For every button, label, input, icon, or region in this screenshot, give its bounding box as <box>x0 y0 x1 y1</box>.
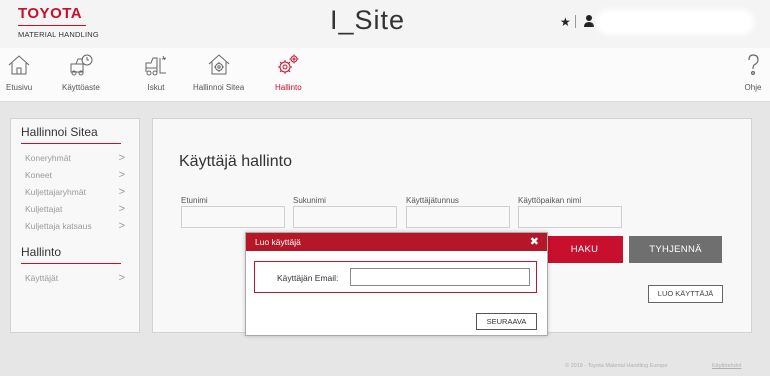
close-icon[interactable]: ✖ <box>530 235 539 248</box>
sidebar-item-kuljettajaryhmat[interactable]: Kuljettajaryhmät > <box>11 184 139 201</box>
brand-subtitle: MATERIAL HANDLING <box>18 30 99 39</box>
nav-item-ohje[interactable]: Ohje <box>740 52 766 92</box>
last-name-input[interactable] <box>293 206 397 228</box>
chevron-right-icon: > <box>118 169 125 181</box>
clear-button[interactable]: TYHJENNÄ <box>629 236 722 263</box>
first-name-input[interactable] <box>181 206 285 228</box>
dialog-header: Luo käyttäjä ✖ <box>246 233 547 251</box>
user-icon[interactable] <box>583 14 595 28</box>
sidebar-item-koneryhmat[interactable]: Koneryhmät > <box>11 150 139 167</box>
email-field[interactable] <box>350 268 530 286</box>
chevron-right-icon: > <box>118 220 125 232</box>
username-input[interactable] <box>406 206 510 228</box>
forklift-clock-icon <box>70 54 93 76</box>
sidebar-item-label: Koneryhmät <box>25 153 71 163</box>
sidebar-item-kayttajat[interactable]: Käyttäjät > <box>11 270 139 287</box>
site-gear-icon <box>208 54 229 75</box>
sidebar-item-label: Kuljettaja katsaus <box>25 221 92 231</box>
nav-label-hallinnoi-sitea: Hallinnoi Sitea <box>193 83 245 92</box>
chevron-right-icon: > <box>118 186 125 198</box>
nav-label-kayttoaste: Käyttöaste <box>62 83 100 92</box>
top-bar: TOYOTA MATERIAL HANDLING I_Site ★ <box>0 0 770 48</box>
site-name-label: Käyttöpaikan nimi <box>518 196 582 205</box>
username-label: Käyttäjätunnus <box>406 196 459 205</box>
logo-underline <box>18 25 86 26</box>
sidebar-item-koneet[interactable]: Koneet > <box>11 167 139 184</box>
brand-name: TOYOTA <box>18 5 83 22</box>
sidebar-item-label: Kuljettajat <box>25 204 63 214</box>
main-navigation: Etusivu Käyttöaste Iskut Hallinnoi Sitea <box>0 48 770 102</box>
nav-label-iskut: Iskut <box>147 83 165 92</box>
user-name-redacted[interactable] <box>600 13 750 31</box>
star-icon[interactable]: ★ <box>560 15 571 29</box>
toyota-logo[interactable]: TOYOTA MATERIAL HANDLING <box>18 6 99 39</box>
search-button[interactable]: HAKU <box>546 236 623 263</box>
chevron-right-icon: > <box>118 272 125 284</box>
nav-label-hallinto: Hallinto <box>275 83 302 92</box>
page-title: Käyttäjä hallinto <box>179 153 292 170</box>
nav-item-etusivu[interactable]: Etusivu <box>6 52 32 92</box>
header-separator <box>575 15 576 28</box>
dialog-title: Luo käyttäjä <box>255 237 301 247</box>
site-name-input[interactable] <box>518 206 622 228</box>
create-user-dialog: Luo käyttäjä ✖ Käyttäjän Email: SEURAAVA <box>245 232 548 336</box>
sidebar-item-kuljettaja-katsaus[interactable]: Kuljettaja katsaus > <box>11 218 139 235</box>
sidebar: Hallinnoi Sitea Koneryhmät > Koneet > Kulj… <box>10 118 140 333</box>
home-icon <box>8 55 30 75</box>
create-user-button[interactable]: LUO KÄYTTÄJÄ <box>648 285 723 303</box>
nav-label-ohje: Ohje <box>744 83 762 92</box>
nav-label-etusivu: Etusivu <box>6 83 33 92</box>
sidebar-item-kuljettajat[interactable]: Kuljettajat > <box>11 201 139 218</box>
sidebar-heading-hallinnoi-sitea: Hallinnoi Sitea <box>21 125 98 139</box>
forklift-impact-icon <box>145 55 167 76</box>
footer-terms-link[interactable]: Käyttöehdot <box>712 363 741 369</box>
email-row: Käyttäjän Email: <box>254 261 537 293</box>
nav-item-hallinnoi-sitea[interactable]: Hallinnoi Sitea <box>193 52 244 92</box>
sidebar-item-label: Koneet <box>25 170 52 180</box>
question-icon <box>748 54 759 76</box>
sidebar-item-label: Käyttäjät <box>25 273 59 283</box>
sidebar-item-label: Kuljettajaryhmät <box>25 187 86 197</box>
last-name-label: Sukunimi <box>293 196 326 205</box>
first-name-label: Etunimi <box>181 196 208 205</box>
sidebar-divider <box>21 143 121 144</box>
gears-icon <box>278 54 299 74</box>
nav-item-iskut[interactable]: Iskut <box>143 52 169 92</box>
chevron-right-icon: > <box>118 203 125 215</box>
nav-item-kayttoaste[interactable]: Käyttöaste <box>62 52 100 92</box>
app-title: I_Site <box>330 5 406 35</box>
sidebar-heading-hallinto: Hallinto <box>21 245 62 259</box>
next-button[interactable]: SEURAAVA <box>476 313 537 330</box>
chevron-right-icon: > <box>118 152 125 164</box>
footer-copyright: © 2018 - Toyota Material Handling Europe <box>565 363 668 369</box>
email-label: Käyttäjän Email: <box>277 273 339 283</box>
nav-item-hallinto[interactable]: Hallinto <box>275 52 302 92</box>
sidebar-divider <box>21 263 121 264</box>
